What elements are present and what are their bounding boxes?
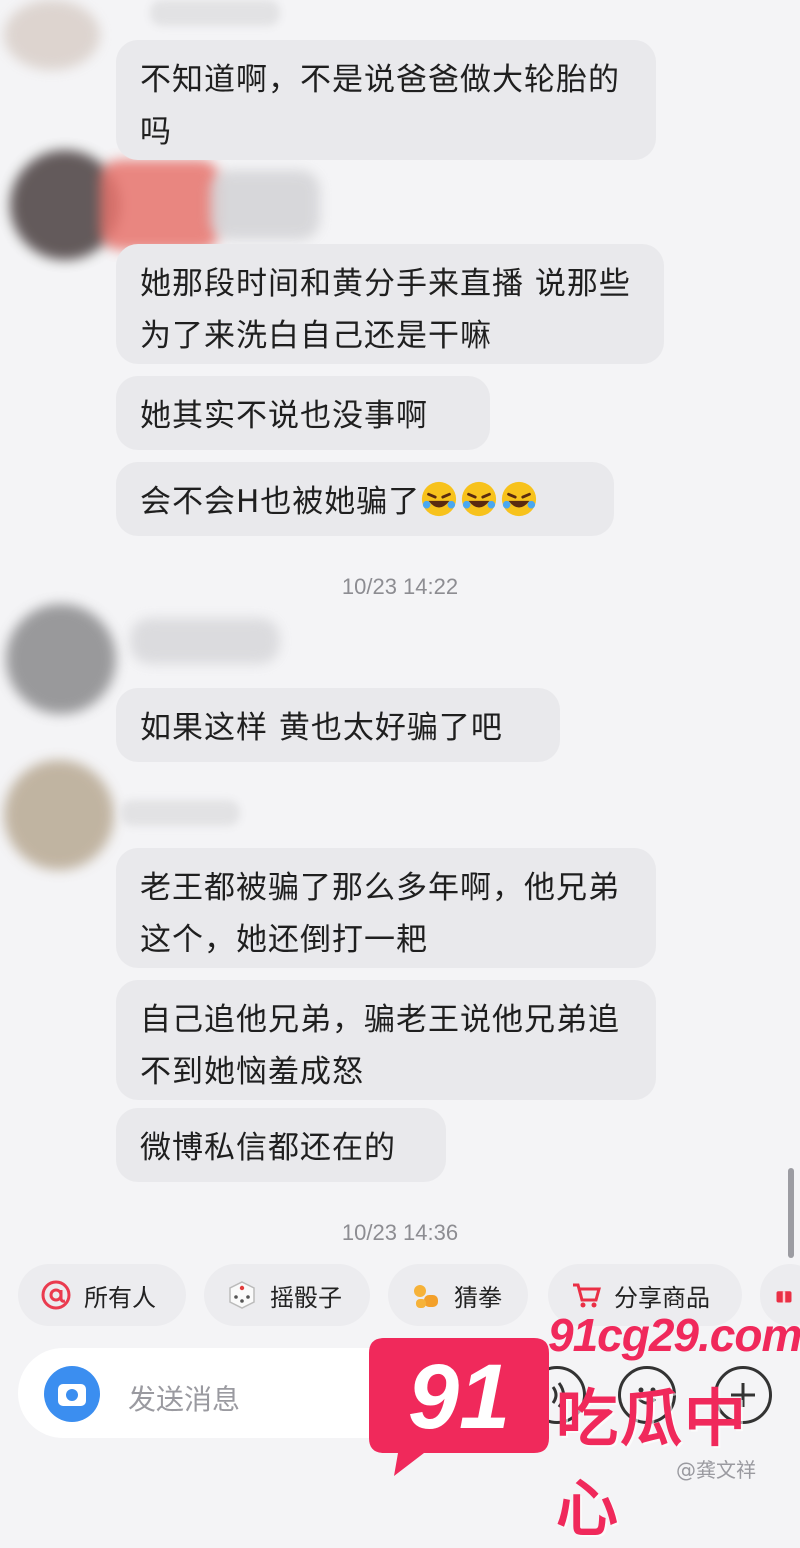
message-bubble[interactable]: 她其实不说也没事啊 xyxy=(116,376,490,450)
message-text: 不知道啊，不是说爸爸做大轮胎的吗 xyxy=(140,62,620,150)
at-icon xyxy=(41,1280,71,1310)
timestamp: 10/23 14:36 xyxy=(341,1220,459,1245)
message-text: 会不会H也被她骗了 xyxy=(140,484,421,520)
rofl-emoji-group xyxy=(420,481,540,520)
message-text: 她其实不说也没事啊 xyxy=(140,398,428,434)
redacted-nickname xyxy=(120,800,240,826)
watermark-number: 91 xyxy=(408,1346,510,1448)
redacted-nickname xyxy=(100,160,220,250)
message-bubble[interactable]: 如果这样 黄也太好骗了吧 xyxy=(116,688,560,762)
message-bubble[interactable]: 微博私信都还在的 xyxy=(116,1108,446,1182)
message-text: 自己追他兄弟，骗老王说他兄弟追不到她恼羞成怒 xyxy=(140,1002,620,1090)
message-text: 微博私信都还在的 xyxy=(140,1130,396,1166)
message-bubble[interactable]: 自己追他兄弟，骗老王说他兄弟追不到她恼羞成怒 xyxy=(116,980,656,1100)
redacted-nickname xyxy=(130,618,280,664)
roll-dice-button[interactable]: 摇骰子 xyxy=(204,1264,370,1326)
chip-label: 猜拳 xyxy=(454,1283,502,1312)
mention-all-button[interactable]: 所有人 xyxy=(18,1264,186,1326)
message-bubble[interactable]: 会不会H也被她骗了 xyxy=(116,462,614,536)
camera-button[interactable] xyxy=(44,1366,100,1422)
fist-icon xyxy=(414,1285,438,1308)
message-bubble[interactable]: 她那段时间和黄分手来直播 说那些 为了来洗白自己还是干嘛 xyxy=(116,244,664,364)
message-text: 老王都被骗了那么多年啊，他兄弟这个，她还倒打一耙 xyxy=(140,870,620,958)
dice-icon xyxy=(229,1281,255,1309)
message-bubble[interactable]: 老王都被骗了那么多年啊，他兄弟这个，她还倒打一耙 xyxy=(116,848,656,968)
scrollbar[interactable] xyxy=(788,1168,794,1258)
rofl-emoji xyxy=(502,481,537,517)
rock-paper-scissors-button[interactable]: 猜拳 xyxy=(388,1264,528,1326)
chip-label: 摇骰子 xyxy=(270,1283,342,1312)
redacted-nickname xyxy=(210,170,320,240)
redacted-nickname xyxy=(150,0,280,26)
gift-icon xyxy=(776,1291,792,1303)
timestamp: 10/23 14:22 xyxy=(341,574,459,599)
watermark-91-logo: 91 xyxy=(369,1338,549,1476)
camera-icon xyxy=(58,1384,86,1406)
watermark-site: 91cg29.com xyxy=(548,1309,800,1361)
message-bubble[interactable]: 不知道啊，不是说爸爸做大轮胎的吗 xyxy=(116,40,656,160)
message-text: 她那段时间和黄分手来直播 说那些 为了来洗白自己还是干嘛 xyxy=(140,266,631,354)
chip-label: 所有人 xyxy=(84,1283,156,1312)
message-text: 如果这样 黄也太好骗了吧 xyxy=(140,710,503,746)
input-placeholder: 发送消息 xyxy=(128,1383,241,1416)
rofl-emoji xyxy=(422,481,457,517)
cart-icon xyxy=(573,1283,601,1308)
rofl-emoji xyxy=(462,481,497,517)
redacted-avatar xyxy=(4,0,100,70)
weibo-watermark: @龚文祥 xyxy=(676,1458,756,1482)
redacted-avatar xyxy=(4,760,114,870)
redacted-avatar xyxy=(6,604,116,714)
